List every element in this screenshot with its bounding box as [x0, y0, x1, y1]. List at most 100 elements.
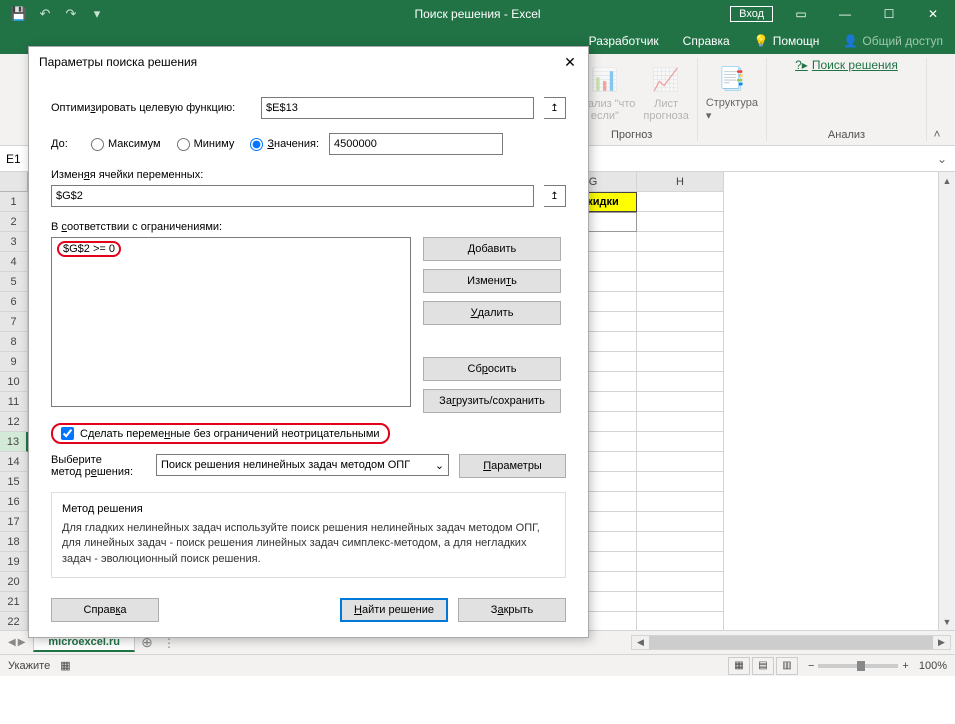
row-header[interactable]: 16: [0, 492, 28, 512]
cell[interactable]: [637, 592, 724, 612]
row-header[interactable]: 17: [0, 512, 28, 532]
sheet-nav[interactable]: ◀▶: [0, 637, 33, 648]
opt-max[interactable]: Максимум: [91, 138, 161, 151]
cell[interactable]: [637, 372, 724, 392]
opt-min[interactable]: Миниму: [177, 138, 235, 151]
row-header[interactable]: 13: [0, 432, 28, 452]
zoom-out-icon[interactable]: −: [808, 660, 814, 672]
row-header[interactable]: 6: [0, 292, 28, 312]
load-save-button[interactable]: Загрузить/сохранить: [423, 389, 561, 413]
vars-range-icon[interactable]: ↥: [544, 185, 566, 207]
objective-input[interactable]: [261, 97, 534, 119]
redo-icon[interactable]: ↷: [60, 3, 82, 25]
page-break-icon[interactable]: ▥: [776, 657, 798, 675]
cell[interactable]: [637, 292, 724, 312]
cell[interactable]: [637, 612, 724, 630]
method-select[interactable]: Поиск решения нелинейных задач методом О…: [156, 454, 449, 476]
row-header[interactable]: 20: [0, 572, 28, 592]
cell[interactable]: [637, 332, 724, 352]
change-button[interactable]: Изменить: [423, 269, 561, 293]
minimize-icon[interactable]: —: [823, 0, 867, 28]
collapse-ribbon-icon[interactable]: ˄: [927, 58, 947, 141]
row-header[interactable]: 8: [0, 332, 28, 352]
cell[interactable]: [637, 452, 724, 472]
scroll-right-icon[interactable]: ▶: [933, 636, 950, 649]
save-icon[interactable]: 💾: [8, 3, 30, 25]
row-header[interactable]: 15: [0, 472, 28, 492]
share-button[interactable]: 👤 Общий доступ: [831, 34, 955, 48]
row-header[interactable]: 5: [0, 272, 28, 292]
nonneg-checkbox[interactable]: [61, 427, 74, 440]
cell[interactable]: [637, 432, 724, 452]
constraints-listbox[interactable]: $G$2 >= 0: [51, 237, 411, 407]
scroll-left-icon[interactable]: ◀: [632, 636, 649, 649]
row-header[interactable]: 14: [0, 452, 28, 472]
dialog-titlebar[interactable]: Параметры поиска решения ✕: [29, 47, 588, 77]
cell[interactable]: [637, 352, 724, 372]
cell[interactable]: [637, 232, 724, 252]
cell[interactable]: [637, 512, 724, 532]
cell[interactable]: [637, 312, 724, 332]
tab-help[interactable]: Справка: [671, 28, 742, 54]
find-button[interactable]: Найти решение: [340, 598, 448, 622]
col-header[interactable]: H: [637, 172, 724, 192]
row-header[interactable]: 7: [0, 312, 28, 332]
constraint-item[interactable]: $G$2 >= 0: [54, 240, 408, 258]
ribbon-options-icon[interactable]: ▭: [779, 0, 823, 28]
opt-value[interactable]: Значения:: [250, 138, 319, 151]
scroll-up-icon[interactable]: ▲: [939, 172, 955, 189]
row-header[interactable]: 1: [0, 192, 28, 212]
formula-expand-icon[interactable]: ⌄: [937, 152, 955, 166]
row-header[interactable]: 10: [0, 372, 28, 392]
row-header[interactable]: 19: [0, 552, 28, 572]
dialog-close-icon[interactable]: ✕: [558, 51, 582, 73]
value-input[interactable]: [329, 133, 503, 155]
vars-input[interactable]: [51, 185, 534, 207]
cell[interactable]: [637, 212, 724, 232]
login-button[interactable]: Вход: [730, 6, 773, 22]
zoom-level[interactable]: 100%: [919, 660, 947, 672]
cell[interactable]: [637, 392, 724, 412]
tab-developer[interactable]: Разработчик: [577, 28, 671, 54]
row-header[interactable]: 22: [0, 612, 28, 630]
cell[interactable]: [637, 572, 724, 592]
zoom-slider[interactable]: − + 100%: [808, 660, 947, 672]
cell[interactable]: [637, 412, 724, 432]
delete-button[interactable]: Удалить: [423, 301, 561, 325]
macro-record-icon[interactable]: ▦: [60, 659, 70, 672]
cell[interactable]: [637, 552, 724, 572]
undo-icon[interactable]: ↶: [34, 3, 56, 25]
row-header[interactable]: 9: [0, 352, 28, 372]
maximize-icon[interactable]: ☐: [867, 0, 911, 28]
objective-range-icon[interactable]: ↥: [544, 97, 566, 119]
tell-me[interactable]: 💡 Помощн: [742, 28, 832, 54]
cell[interactable]: [637, 252, 724, 272]
cell[interactable]: [637, 492, 724, 512]
params-button[interactable]: Параметры: [459, 454, 566, 478]
close-window-icon[interactable]: ✕: [911, 0, 955, 28]
close-button[interactable]: Закрыть: [458, 598, 566, 622]
qat-more-icon[interactable]: ▾: [86, 3, 108, 25]
row-header[interactable]: 2: [0, 212, 28, 232]
vertical-scrollbar[interactable]: ▲ ▼: [938, 172, 955, 630]
cell[interactable]: [637, 532, 724, 552]
zoom-in-icon[interactable]: +: [902, 660, 908, 672]
cell[interactable]: [637, 192, 724, 212]
reset-button[interactable]: Сбросить: [423, 357, 561, 381]
row-header[interactable]: 18: [0, 532, 28, 552]
normal-view-icon[interactable]: ▦: [728, 657, 750, 675]
row-header[interactable]: 12: [0, 412, 28, 432]
scroll-down-icon[interactable]: ▼: [939, 613, 955, 630]
solver-button[interactable]: ?▸ Поиск решения: [795, 58, 898, 72]
forecast-sheet-button[interactable]: 📈 Лист прогноза: [643, 64, 688, 122]
page-layout-icon[interactable]: ▤: [752, 657, 774, 675]
row-header[interactable]: 4: [0, 252, 28, 272]
row-header[interactable]: 11: [0, 392, 28, 412]
row-header[interactable]: 21: [0, 592, 28, 612]
cell[interactable]: [637, 272, 724, 292]
horizontal-scrollbar[interactable]: ◀ ▶: [631, 635, 951, 650]
add-button[interactable]: Добавить: [423, 237, 561, 261]
row-header[interactable]: 3: [0, 232, 28, 252]
structure-button[interactable]: 📑 Структура▾: [706, 63, 758, 122]
help-button[interactable]: Справка: [51, 598, 159, 622]
